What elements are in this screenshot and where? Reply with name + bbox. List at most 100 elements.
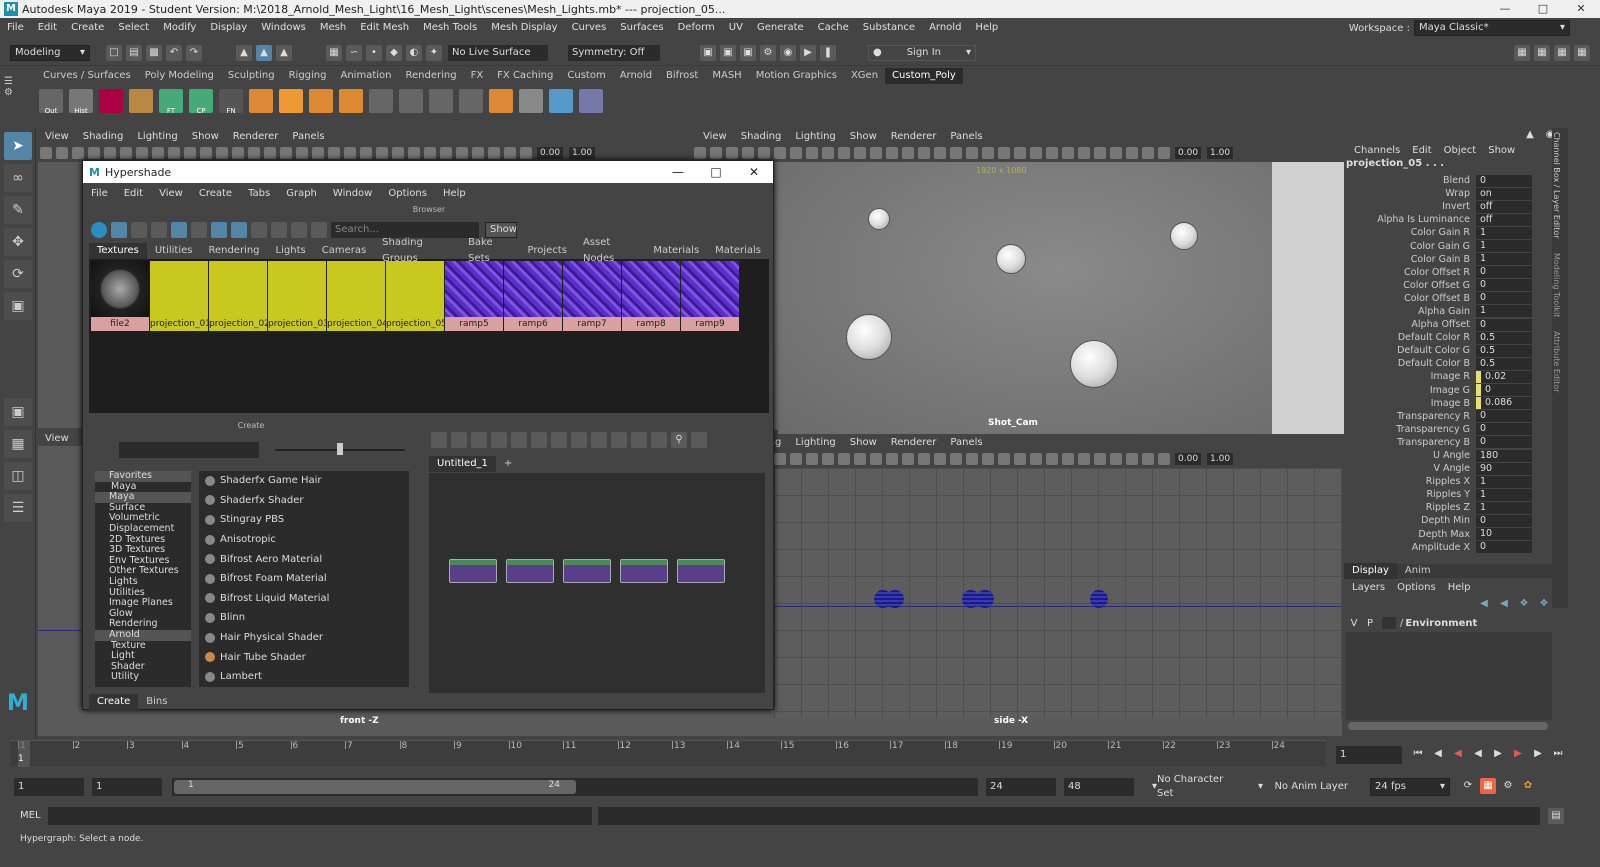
vp-menu-panels[interactable]: Panels [943, 437, 989, 448]
channel-attr-value[interactable]: 0 [1476, 410, 1532, 423]
shelf-tab[interactable]: Sculpting [221, 68, 282, 84]
menu-generate[interactable]: Generate [750, 18, 811, 38]
tab-utilities[interactable]: Utilities [147, 243, 201, 259]
material-item[interactable]: Lambert [199, 667, 409, 687]
channel-attr-value[interactable]: off [1476, 213, 1532, 226]
loop-icon[interactable]: ⟳ [1460, 778, 1476, 794]
snap-live-icon[interactable]: ✦ [426, 44, 442, 61]
knife-icon[interactable] [429, 89, 453, 113]
swatch-ramp[interactable]: ramp9 [681, 261, 739, 331]
hs-menu-view[interactable]: View [151, 188, 191, 199]
hs-menu-graph[interactable]: Graph [278, 188, 325, 199]
out-shelf-button[interactable]: Out [39, 89, 63, 115]
layer-menu-options[interactable]: Options [1391, 582, 1442, 593]
shelf-tab[interactable]: Custom [560, 68, 612, 84]
redo-icon[interactable]: ↷ [186, 44, 202, 61]
custom-view-icon[interactable] [651, 432, 667, 448]
menu-create[interactable]: Create [64, 18, 111, 38]
gamma-field[interactable]: 1.00 [1207, 453, 1234, 465]
select-object-icon[interactable]: ▲ [256, 44, 272, 61]
sign-in-button[interactable]: ● Sign In ▾ [868, 44, 976, 61]
insert-edge-icon[interactable] [489, 89, 513, 113]
new-layer-selected-icon[interactable]: ❖ [1536, 596, 1552, 612]
open-scene-icon[interactable]: ▤ [126, 44, 142, 61]
sphere-object[interactable] [996, 244, 1026, 274]
channel-attr-value[interactable]: 0.5 [1476, 357, 1532, 370]
vp-menu-view[interactable]: View [696, 131, 734, 142]
vp-menu-lighting[interactable]: Lighting [788, 437, 842, 448]
layer-menu-layers[interactable]: Layers [1346, 582, 1391, 593]
tab-bins[interactable]: Bins [138, 694, 175, 710]
shelf-tab[interactable]: Bifrost [659, 68, 705, 84]
menu-file[interactable]: File [0, 18, 31, 38]
sort-time-icon[interactable] [271, 222, 287, 238]
channel-menu-show[interactable]: Show [1482, 145, 1521, 156]
swatch-ramp[interactable]: ramp5 [445, 261, 503, 331]
select-hierarchy-icon[interactable]: ▲ [236, 44, 252, 61]
smooth-icon[interactable] [519, 89, 543, 113]
channel-attr-value[interactable]: 1 [1476, 475, 1532, 488]
scale-tool-icon[interactable]: ▣ [4, 292, 32, 320]
play-forward-icon[interactable]: ▶ [1490, 746, 1506, 762]
outliner-layout-icon[interactable]: ☰ [4, 494, 32, 522]
move-tool-icon[interactable]: ✥ [4, 228, 32, 256]
snap-grid-icon[interactable]: ▦ [326, 44, 342, 61]
snap-curve-icon[interactable]: ∽ [346, 44, 362, 61]
channel-attr-value[interactable]: 1 [1476, 240, 1532, 253]
channel-row[interactable]: Depth Max 10 [1344, 528, 1576, 541]
channel-attr-value[interactable]: 90 [1476, 462, 1532, 475]
character-set-dropdown[interactable]: ▾ No Character Set [1148, 774, 1246, 799]
channel-row[interactable]: Default Color G 0.5 [1344, 344, 1576, 357]
menu-mesh-display[interactable]: Mesh Display [484, 18, 564, 38]
graph-tab-untitled[interactable]: Untitled_1 [429, 456, 496, 472]
shelf-tab[interactable]: Motion Graphics [749, 68, 844, 84]
channel-attr-value[interactable]: 0 [1476, 541, 1532, 554]
material-item[interactable]: Anisotropic [199, 530, 409, 550]
graph-node-projection[interactable] [449, 559, 497, 583]
tab-lights[interactable]: Lights [268, 243, 314, 259]
menu-windows[interactable]: Windows [254, 18, 313, 38]
channel-row[interactable]: Default Color R 0.5 [1344, 331, 1576, 344]
new-scene-icon[interactable]: □ [106, 44, 122, 61]
menu-mesh-tools[interactable]: Mesh Tools [416, 18, 484, 38]
mel-label[interactable]: MEL [20, 810, 41, 821]
move-layer-up-icon[interactable]: ◀ [1476, 596, 1492, 612]
vp-menu-lighting[interactable]: Lighting [130, 131, 184, 142]
material-item[interactable]: Blinn [199, 608, 409, 628]
material-item[interactable]: Shaderfx Game Hair [199, 471, 409, 491]
channel-row[interactable]: Color Offset R 0 [1344, 266, 1576, 279]
gamma-field[interactable]: 1.00 [569, 147, 596, 159]
icon-view-icon[interactable] [111, 222, 127, 238]
channel-attr-value[interactable]: 0 [1476, 436, 1532, 449]
menu-surfaces[interactable]: Surfaces [613, 18, 670, 38]
mode-dropdown[interactable]: Modeling ▾ [10, 44, 90, 61]
channel-row[interactable]: Color Gain B 1 [1344, 253, 1576, 266]
side-tab-channel-box[interactable]: Channel Box / Layer Editor [1552, 132, 1561, 239]
layer-visibility-toggle[interactable]: V [1346, 618, 1362, 629]
shelf-tab[interactable]: MASH [705, 68, 748, 84]
material-item[interactable]: Shaderfx Shader [199, 491, 409, 511]
menu-cache[interactable]: Cache [811, 18, 856, 38]
hs-menu-options[interactable]: Options [380, 188, 435, 199]
playback-start-field[interactable]: 1 [92, 778, 162, 796]
list-view-icon[interactable] [131, 222, 147, 238]
channel-row[interactable]: Image B 0.086 [1344, 397, 1576, 410]
material-item[interactable]: Bifrost Foam Material [199, 569, 409, 589]
anim-layer-dropdown[interactable]: ▾ No Anim Layer [1254, 778, 1352, 796]
channel-row[interactable]: Color Offset B 0 [1344, 292, 1576, 305]
channel-row[interactable]: Color Gain G 1 [1344, 239, 1576, 253]
layer-playback-toggle[interactable]: P [1362, 618, 1378, 629]
anim-prefs-icon[interactable]: ✿ [1520, 778, 1536, 794]
hypershade-icon[interactable]: ◉ [780, 44, 796, 61]
sort-type-icon[interactable] [251, 222, 267, 238]
tab-materials[interactable]: Materials [645, 243, 707, 259]
frame-all-icon[interactable] [491, 432, 507, 448]
channel-attr-value[interactable]: 0.5 [1476, 331, 1532, 344]
channel-menu-edit[interactable]: Edit [1406, 145, 1437, 156]
channel-attr-value[interactable]: 0 [1476, 318, 1532, 331]
vp-menu-panels[interactable]: Panels [943, 131, 989, 142]
hs-menu-window[interactable]: Window [325, 188, 380, 199]
animation-start-field[interactable]: 1 [14, 778, 84, 796]
vertex-icon[interactable] [369, 89, 393, 113]
bevel-icon[interactable] [459, 89, 483, 113]
